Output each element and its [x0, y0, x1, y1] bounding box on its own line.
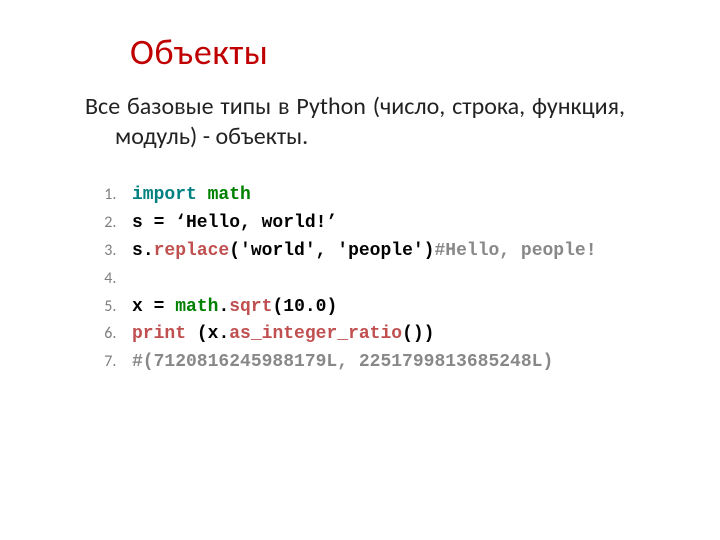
- code-line-1: import math: [120, 182, 660, 210]
- object-ref: s: [132, 241, 143, 261]
- function-name: sqrt: [229, 297, 272, 317]
- keyword-import: import: [132, 185, 197, 205]
- output-comment: #(7120816245988179L, 2251799813685248L): [132, 352, 553, 372]
- slide: Объекты Все базовые типы в Python (число…: [0, 0, 720, 540]
- code-line-7: #(7120816245988179L, 2251799813685248L): [120, 349, 660, 377]
- code-line-4: [120, 266, 660, 294]
- page-title: Объекты: [130, 30, 660, 74]
- blank-line: [132, 269, 143, 289]
- dot: .: [218, 297, 229, 317]
- module-name: math: [208, 185, 251, 205]
- code-line-3: s.replace('world', 'people')#Hello, peop…: [120, 238, 660, 266]
- subtitle-text: Все базовые типы в Python (число, строка…: [85, 92, 625, 152]
- dot: .: [218, 324, 229, 344]
- object-ref: x: [208, 324, 219, 344]
- inline-comment: #Hello, people!: [434, 241, 596, 261]
- open-paren: (: [186, 324, 208, 344]
- keyword-print: print: [132, 324, 186, 344]
- method-name: as_integer_ratio: [229, 324, 402, 344]
- code-block: import math s = ‘Hello, world!’ s.replac…: [70, 182, 660, 377]
- call-args: (10.0): [272, 297, 337, 317]
- module-ref: math: [175, 297, 218, 317]
- code-line-6: print (x.as_integer_ratio()): [120, 321, 660, 349]
- call-args: ('world', 'people'): [229, 241, 434, 261]
- dot: .: [143, 241, 154, 261]
- code-line-2: s = ‘Hello, world!’: [120, 210, 660, 238]
- assignment: s = ‘Hello, world!’: [132, 213, 337, 233]
- method-name: replace: [154, 241, 230, 261]
- code-line-5: x = math.sqrt(10.0): [120, 294, 660, 322]
- call-tail: ()): [402, 324, 434, 344]
- assign-lhs: x =: [132, 297, 175, 317]
- space: [197, 185, 208, 205]
